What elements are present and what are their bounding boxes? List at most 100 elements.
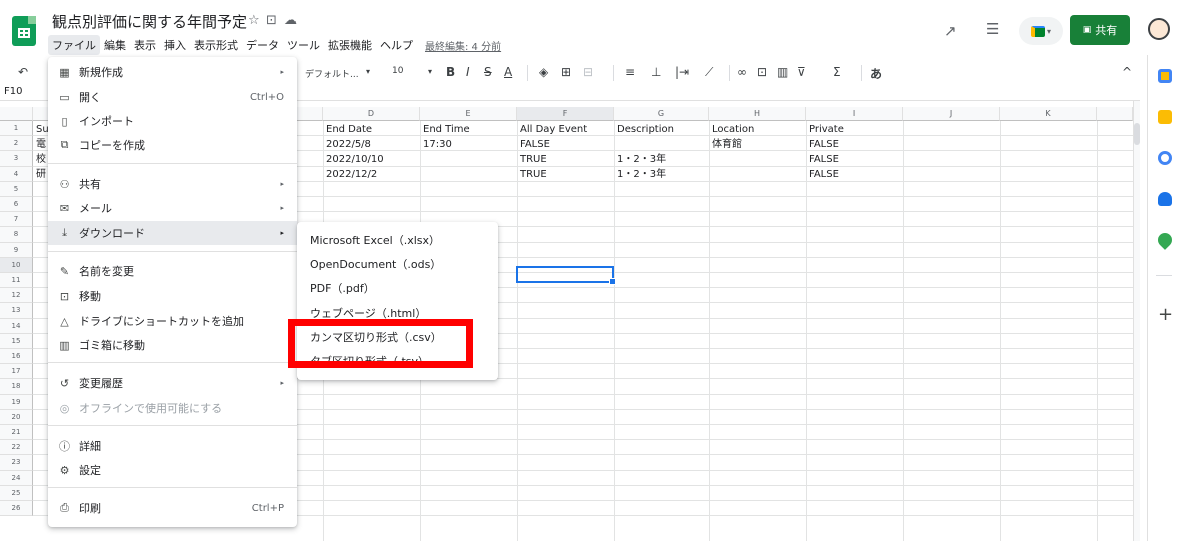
strikethrough-icon[interactable]: S: [484, 65, 492, 79]
row-header[interactable]: 23: [0, 455, 33, 471]
cell-f4[interactable]: TRUE: [518, 169, 547, 181]
row-header[interactable]: 22: [0, 440, 33, 456]
menu-extensions[interactable]: 拡張機能: [324, 35, 376, 55]
column-header-f[interactable]: F: [517, 107, 614, 121]
row-header[interactable]: 16: [0, 349, 33, 365]
contacts-icon[interactable]: [1158, 192, 1172, 206]
cell-i2[interactable]: FALSE: [807, 139, 839, 151]
cell-d1[interactable]: End Date: [324, 124, 372, 136]
cell-e2[interactable]: 17:30: [421, 139, 452, 151]
cell-g1[interactable]: Description: [615, 124, 674, 136]
maps-icon[interactable]: [1155, 230, 1175, 250]
menu-item-details[interactable]: ⓘ 詳細: [48, 434, 297, 458]
trend-icon[interactable]: ↗: [944, 22, 957, 40]
cell-f1[interactable]: All Day Event: [518, 124, 587, 136]
column-header-d[interactable]: D: [323, 107, 420, 121]
row-header[interactable]: 1: [0, 121, 33, 137]
row-header[interactable]: 25: [0, 485, 33, 501]
menu-item-trash[interactable]: ▥ ゴミ箱に移動: [48, 333, 297, 357]
borders-icon[interactable]: ⊞: [561, 65, 571, 79]
insert-chart-icon[interactable]: ▥: [777, 65, 788, 79]
cell-a3[interactable]: 校: [34, 154, 46, 166]
fill-color-icon[interactable]: ◈: [539, 65, 548, 79]
sheets-logo[interactable]: [12, 16, 36, 46]
star-icon[interactable]: ☆: [248, 13, 260, 28]
row-header[interactable]: 7: [0, 212, 33, 228]
meet-button[interactable]: ▾: [1019, 17, 1063, 45]
row-header[interactable]: 4: [0, 166, 33, 182]
tasks-icon[interactable]: [1158, 151, 1172, 165]
calendar-icon[interactable]: [1158, 69, 1172, 83]
menu-item-make-copy[interactable]: ⧉ コピーを作成: [48, 133, 297, 157]
row-header[interactable]: 19: [0, 394, 33, 410]
row-header[interactable]: 15: [0, 333, 33, 349]
menu-tools[interactable]: ツール: [283, 35, 324, 55]
filter-icon[interactable]: ⊽: [797, 65, 806, 79]
rotate-icon[interactable]: ⟋: [705, 65, 713, 80]
row-header[interactable]: 21: [0, 425, 33, 441]
menu-item-add-shortcut[interactable]: △ ドライブにショートカットを追加: [48, 309, 297, 333]
cell-a2[interactable]: 電: [34, 139, 46, 151]
cell-f3[interactable]: TRUE: [518, 154, 547, 166]
selected-cell-f10[interactable]: [516, 266, 616, 285]
download-pdf[interactable]: PDF（.pdf）: [297, 276, 498, 300]
merge-icon[interactable]: ⊟: [583, 65, 593, 79]
font-size-select[interactable]: 10: [392, 66, 403, 76]
cell-i1[interactable]: Private: [807, 124, 844, 136]
download-xlsx[interactable]: Microsoft Excel（.xlsx）: [297, 228, 498, 252]
functions-icon[interactable]: Σ: [833, 65, 841, 79]
menu-item-settings[interactable]: ⚙ 設定: [48, 458, 297, 482]
cell-e1[interactable]: End Time: [421, 124, 470, 136]
cell-h2[interactable]: 体育館: [710, 139, 742, 151]
scrollbar-thumb[interactable]: [1134, 123, 1140, 145]
cell-a1[interactable]: Su: [34, 124, 49, 136]
row-header[interactable]: 5: [0, 181, 33, 197]
cell-d3[interactable]: 2022/10/10: [324, 154, 384, 166]
avatar[interactable]: [1148, 18, 1170, 40]
menu-data[interactable]: データ: [242, 35, 283, 55]
menu-item-open[interactable]: ▭ 開く Ctrl+O: [48, 85, 297, 109]
menu-item-version-history[interactable]: ↺ 変更履歴 ▸: [48, 371, 297, 395]
menu-item-offline[interactable]: ◎ オフラインで使用可能にする: [48, 396, 297, 420]
column-header-j[interactable]: J: [903, 107, 1000, 121]
row-header[interactable]: 9: [0, 242, 33, 258]
menu-view[interactable]: 表示: [130, 35, 160, 55]
text-color-icon[interactable]: A: [504, 65, 512, 79]
font-select[interactable]: デフォルト...: [305, 67, 359, 80]
row-header[interactable]: 24: [0, 470, 33, 486]
cell-i4[interactable]: FALSE: [807, 169, 839, 181]
insert-comment-icon[interactable]: ⊡: [757, 65, 767, 79]
align-icon[interactable]: ≡: [625, 65, 635, 79]
column-header-k[interactable]: K: [1000, 107, 1097, 121]
row-header[interactable]: 20: [0, 409, 33, 425]
cloud-status-icon[interactable]: ☁: [284, 13, 297, 28]
row-header[interactable]: 2: [0, 136, 33, 152]
row-header[interactable]: 13: [0, 303, 33, 319]
menu-item-new[interactable]: ▦ 新規作成 ▸: [48, 60, 297, 84]
menu-item-rename[interactable]: ✎ 名前を変更: [48, 259, 297, 283]
row-header[interactable]: 10: [0, 257, 33, 273]
select-all-corner[interactable]: [0, 107, 33, 121]
bold-icon[interactable]: B: [446, 65, 455, 79]
comment-icon[interactable]: ☰: [986, 20, 999, 38]
cell-g4[interactable]: 1・2・3年: [615, 169, 666, 181]
valign-icon[interactable]: ⊥: [651, 65, 661, 79]
italic-icon[interactable]: I: [466, 65, 470, 79]
cell-h1[interactable]: Location: [710, 124, 754, 136]
menu-item-move[interactable]: ⊡ 移動: [48, 284, 297, 308]
menu-item-download[interactable]: ⤓ ダウンロード ▸: [48, 221, 297, 245]
undo-icon[interactable]: ↶: [18, 65, 28, 79]
menu-help[interactable]: ヘルプ: [376, 35, 417, 55]
add-addon-icon[interactable]: +: [1158, 304, 1173, 325]
cell-d4[interactable]: 2022/12/2: [324, 169, 377, 181]
row-header[interactable]: 3: [0, 151, 33, 167]
column-header-h[interactable]: H: [709, 107, 806, 121]
row-header[interactable]: 17: [0, 364, 33, 380]
menu-insert[interactable]: 挿入: [160, 35, 190, 55]
cell-d2[interactable]: 2022/5/8: [324, 139, 371, 151]
last-edit-link[interactable]: 最終編集: 4 分前: [425, 38, 501, 53]
chevron-down-icon[interactable]: ▾: [366, 67, 370, 76]
collapse-toolbar-icon[interactable]: ^: [1122, 65, 1132, 79]
column-header-e[interactable]: E: [420, 107, 517, 121]
row-header[interactable]: 14: [0, 318, 33, 334]
